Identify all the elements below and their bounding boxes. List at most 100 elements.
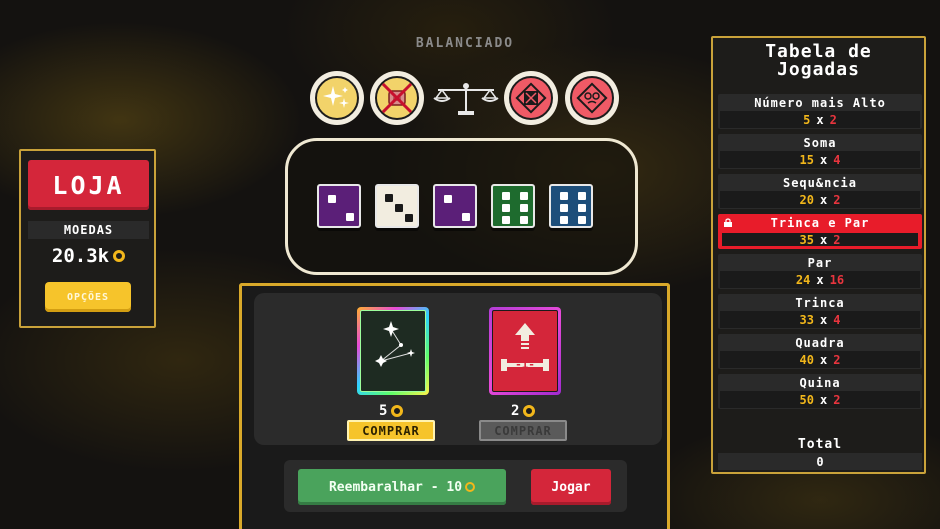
total-row: Total 0 bbox=[718, 436, 922, 472]
play-name: Par bbox=[807, 255, 833, 270]
coin-icon bbox=[113, 250, 126, 262]
die-pip bbox=[385, 194, 393, 202]
play-score: 35 x 2 bbox=[720, 231, 920, 248]
play-row[interactable]: Quina 50 x 2 bbox=[718, 374, 922, 409]
total-value: 0 bbox=[718, 453, 922, 470]
reshuffle-button[interactable]: Reembaralhar - 10 bbox=[298, 469, 506, 505]
minus-one-label: -1- bbox=[515, 358, 535, 371]
constellation-card[interactable] bbox=[357, 307, 429, 395]
play-chips: 40 bbox=[799, 352, 814, 367]
coins-label: MOEDAS bbox=[28, 221, 149, 239]
minus-one-card[interactable]: -1- bbox=[489, 307, 561, 395]
play-chips: 50 bbox=[799, 392, 814, 407]
play-mult: 2 bbox=[833, 352, 841, 367]
play-row[interactable]: Quadra 40 x 2 bbox=[718, 334, 922, 369]
play-name: Quadra bbox=[795, 335, 845, 350]
coins-value: 20.3k bbox=[51, 245, 110, 267]
total-label: Total bbox=[797, 437, 843, 452]
coins-display: MOEDAS 20.3k bbox=[28, 221, 149, 273]
sparkle-icon bbox=[323, 86, 349, 108]
play-row[interactable]: Trinca 33 x 4 bbox=[718, 294, 922, 329]
die-pip bbox=[502, 192, 510, 200]
balance-scale-icon bbox=[433, 83, 499, 115]
play-score: 50 x 2 bbox=[720, 391, 920, 408]
sparkle-token-icon[interactable] bbox=[310, 71, 364, 125]
constellation-price: 5 bbox=[379, 403, 404, 419]
coin-icon bbox=[465, 482, 476, 492]
times-sign: x bbox=[819, 232, 828, 247]
cards-token-icon[interactable] bbox=[565, 71, 619, 125]
times-sign: x bbox=[819, 392, 828, 407]
play-chips: 33 bbox=[799, 312, 814, 327]
play-row[interactable]: Par 24 x 16 bbox=[718, 254, 922, 289]
play-mult: 16 bbox=[829, 272, 845, 287]
play-chips: 15 bbox=[799, 152, 814, 167]
die-pip bbox=[405, 214, 413, 222]
play-score: 40 x 2 bbox=[720, 351, 920, 368]
die-3[interactable] bbox=[433, 184, 477, 228]
lock-icon bbox=[724, 218, 732, 227]
minus-one-price: 2 bbox=[511, 403, 536, 419]
play-mult: 4 bbox=[833, 152, 841, 167]
coins-value-row: 20.3k bbox=[28, 243, 149, 269]
die-pip bbox=[328, 195, 336, 203]
times-sign: x bbox=[819, 152, 828, 167]
card-shop-panel: 5 COMPRAR -1- 2 COMPRAR Reembaralhar - 1… bbox=[239, 283, 670, 529]
play-chips: 35 bbox=[799, 232, 814, 247]
reshuffle-label: Reembaralhar - 10 bbox=[328, 479, 463, 495]
play-name: Sequ&ncia bbox=[782, 175, 858, 190]
play-score: 24 x 16 bbox=[720, 271, 920, 288]
die-pip bbox=[502, 216, 510, 224]
buy-constellation-button[interactable]: COMPRAR bbox=[347, 420, 435, 441]
play-mult: 2 bbox=[833, 232, 841, 247]
die-pip bbox=[520, 192, 528, 200]
options-button[interactable]: OPÇÕES bbox=[45, 282, 131, 312]
die-pip bbox=[560, 216, 568, 224]
play-row[interactable]: Trinca e Par 35 x 2 bbox=[718, 214, 922, 249]
actions-bar: Reembaralhar - 10 Jogar bbox=[284, 460, 627, 512]
play-row[interactable]: Número mais Alto 5 x 2 bbox=[718, 94, 922, 129]
buy-minus-one-button[interactable]: COMPRAR bbox=[479, 420, 567, 441]
card-slots: 5 COMPRAR -1- 2 COMPRAR bbox=[254, 293, 662, 445]
play-name: Trinca bbox=[795, 295, 845, 310]
die-5[interactable] bbox=[549, 184, 593, 228]
die-4[interactable] bbox=[491, 184, 535, 228]
play-score: 33 x 4 bbox=[720, 311, 920, 328]
forbidden-pig-token-icon[interactable] bbox=[370, 71, 424, 125]
dark-dice-token-icon[interactable] bbox=[504, 71, 558, 125]
play-mult: 2 bbox=[833, 192, 841, 207]
die-1[interactable] bbox=[317, 184, 361, 228]
times-sign: x bbox=[819, 352, 828, 367]
play-name: Soma bbox=[803, 135, 837, 150]
play-score: 5x2 bbox=[720, 111, 920, 128]
play-button[interactable]: Jogar bbox=[531, 469, 611, 505]
die-2[interactable] bbox=[375, 184, 419, 228]
play-chips: 20 bbox=[799, 192, 814, 207]
difficulty-label: BALANCIADO bbox=[415, 36, 515, 51]
die-pip bbox=[520, 204, 528, 212]
play-mult: 2 bbox=[833, 392, 841, 407]
die-pip bbox=[578, 216, 586, 224]
dark-dice-icon bbox=[515, 82, 547, 114]
play-mult: 2 bbox=[829, 112, 837, 127]
die-pip bbox=[578, 204, 586, 212]
play-name: Trinca e Par bbox=[770, 215, 870, 230]
die-pip bbox=[346, 213, 354, 221]
times-sign: x bbox=[819, 312, 828, 327]
play-row[interactable]: Soma 15 x 4 bbox=[718, 134, 922, 169]
times-sign: x bbox=[816, 272, 824, 287]
shop-panel: LOJA MOEDAS 20.3k OPÇÕES bbox=[19, 149, 156, 328]
coin-icon bbox=[523, 405, 536, 417]
play-score: 15 x 4 bbox=[720, 151, 920, 168]
coin-icon bbox=[391, 405, 404, 417]
die-pip bbox=[560, 204, 568, 212]
shop-button[interactable]: LOJA bbox=[28, 160, 149, 210]
play-row[interactable]: Sequ&ncia 20 x 2 bbox=[718, 174, 922, 209]
die-pip bbox=[560, 192, 568, 200]
times-sign: x bbox=[816, 112, 824, 127]
play-chips: 5 bbox=[803, 112, 811, 127]
die-pip bbox=[444, 195, 452, 203]
play-chips: 24 bbox=[795, 272, 811, 287]
die-pip bbox=[502, 204, 510, 212]
die-pip bbox=[578, 192, 586, 200]
